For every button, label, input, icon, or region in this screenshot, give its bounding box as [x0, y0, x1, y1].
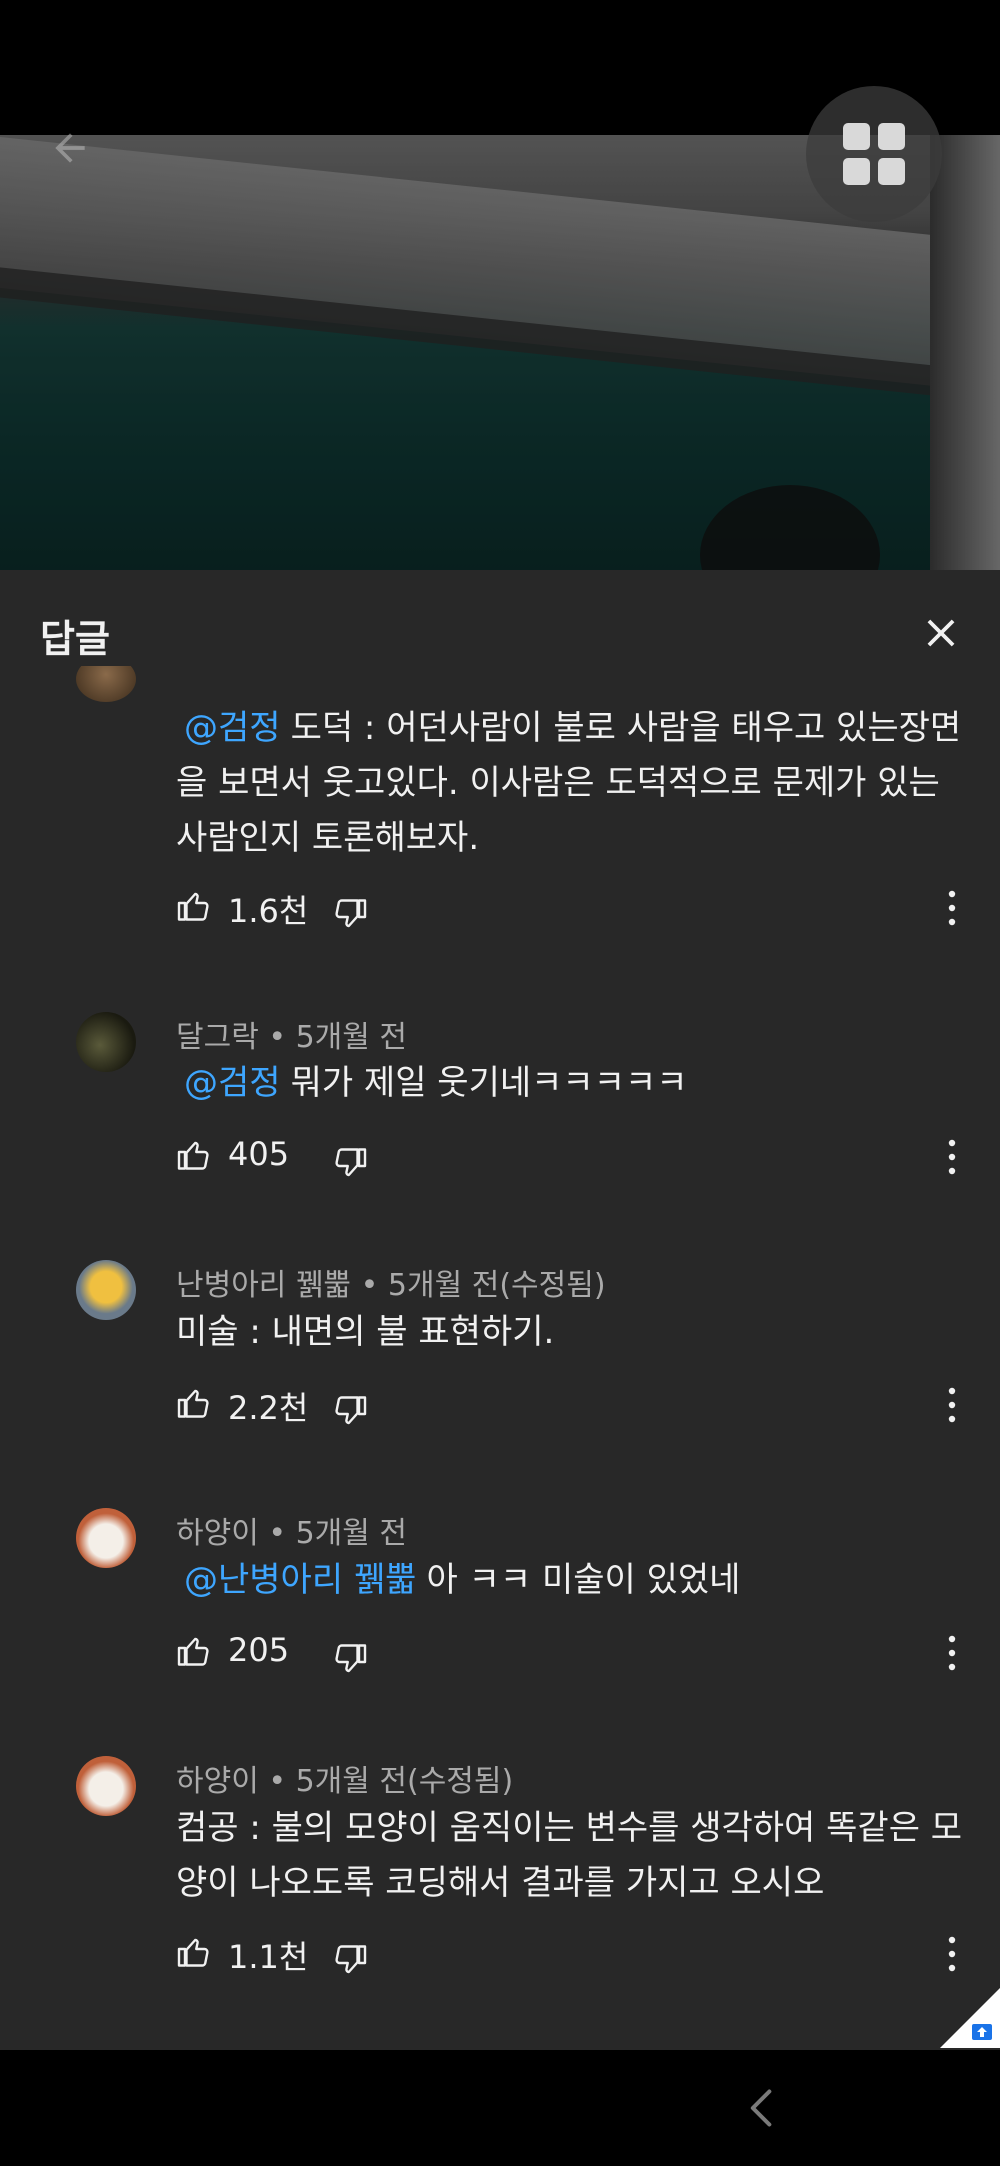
like-count: 1.6천 [228, 892, 309, 930]
avatar[interactable] [76, 1260, 136, 1320]
more-vert-icon[interactable] [944, 1385, 960, 1425]
replies-panel: 답글 @검정 도덕 : 어던사람이 불로 사람을 태우고 있는장면을 보면서 웃고… [0, 570, 1000, 2050]
corner-share-icon[interactable] [940, 1988, 1000, 2048]
avatar[interactable] [76, 1756, 136, 1816]
thumb-down-icon[interactable] [332, 1393, 368, 1429]
comment-meta: 달그락 • 5개월 전 [176, 1020, 407, 1055]
more-vert-icon[interactable] [944, 1633, 960, 1673]
avatar[interactable] [76, 1012, 136, 1072]
like-count: 205 [228, 1631, 290, 1669]
comment-text: 미술 : 내면의 불 표현하기. [176, 1312, 555, 1352]
mention-link[interactable]: @검정 [176, 708, 291, 748]
comment-text: 컴공 : 불의 모양이 움직이는 변수를 생각하여 똑같은 모양이 나오도록 코… [176, 1808, 963, 1903]
close-icon[interactable] [918, 610, 964, 656]
like-count: 1.1천 [228, 1938, 309, 1976]
thumb-up-icon[interactable] [176, 1633, 212, 1669]
comment-meta: 난병아리 꿹뿗 • 5개월 전(수정됨) [176, 1268, 606, 1303]
comment-actions: 2.2천 [176, 1385, 976, 1435]
nav-back-icon[interactable] [740, 2086, 784, 2130]
avatar[interactable] [76, 1508, 136, 1568]
comment-meta: 하양이 • 5개월 전(수정됨) [176, 1764, 514, 1799]
back-arrow-icon[interactable] [40, 118, 100, 178]
comment-actions: 1.1천 [176, 1934, 976, 1984]
grid-menu-button[interactable] [806, 86, 942, 222]
system-nav-bar [0, 2050, 1000, 2166]
comment-actions: 205 [176, 1631, 976, 1683]
thumb-down-icon[interactable] [332, 1145, 368, 1181]
comment-text: @검정 뭐가 제일 웃기네ㅋㅋㅋㅋㅋ [176, 1056, 966, 1111]
thumb-up-icon[interactable] [176, 888, 212, 924]
comment-text: @검정 도덕 : 어던사람이 불로 사람을 태우고 있는장면을 보면서 웃고있다.… [176, 708, 962, 858]
comment-meta: 하양이 • 5개월 전 [176, 1516, 407, 1551]
comment-actions: 405 [176, 1135, 976, 1187]
comment-actions: 1.6천 [176, 888, 976, 938]
more-vert-icon[interactable] [944, 1137, 960, 1177]
thumb-down-icon[interactable] [332, 1942, 368, 1978]
like-count: 405 [228, 1135, 290, 1173]
like-count: 2.2천 [228, 1389, 309, 1427]
more-vert-icon[interactable] [944, 1934, 960, 1974]
more-vert-icon[interactable] [944, 888, 960, 928]
grid-menu-icon [843, 123, 905, 185]
mention-link[interactable]: @난병아리 꿹뿗 [176, 1560, 427, 1600]
mention-link[interactable]: @검정 [176, 1063, 291, 1103]
thumb-down-icon[interactable] [332, 896, 368, 932]
comment-text: @난병아리 꿹뿗 아 ㅋㅋ 미술이 있었네 [176, 1553, 966, 1608]
thumb-up-icon[interactable] [176, 1934, 212, 1970]
thumb-up-icon[interactable] [176, 1137, 212, 1173]
thumb-up-icon[interactable] [176, 1385, 212, 1421]
thumb-down-icon[interactable] [332, 1641, 368, 1677]
panel-title: 답글 [40, 617, 110, 661]
panel-header: 답글 [0, 570, 1000, 670]
